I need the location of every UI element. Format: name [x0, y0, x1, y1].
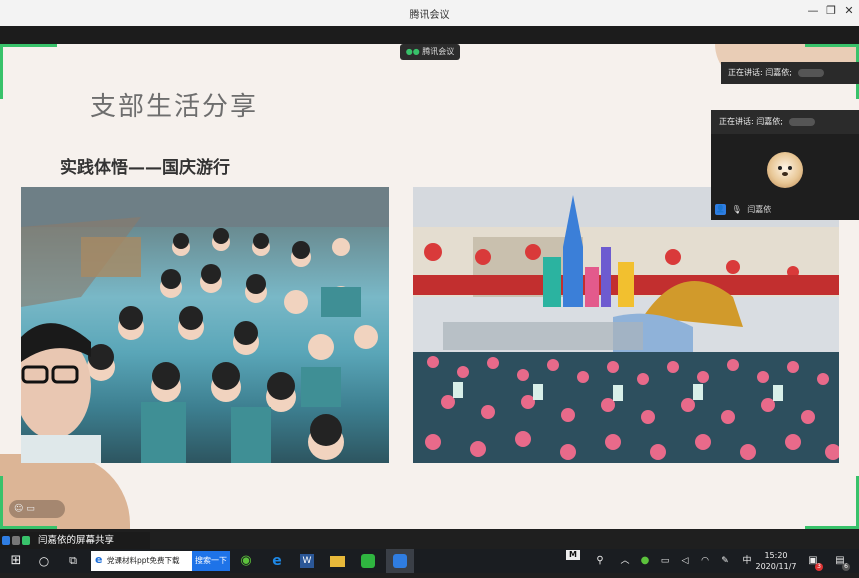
tray-chevron-up-icon[interactable]: ︿: [618, 549, 632, 573]
share-top-band: [0, 26, 859, 44]
video-panel-header: 正在讲话: 闫嘉依;: [711, 110, 859, 134]
screen-share-label: 闫嘉依的屏幕共享: [38, 535, 115, 546]
wechat-icon[interactable]: [356, 549, 380, 573]
edge-icon[interactable]: e: [266, 549, 288, 573]
participant-name: 闫嘉依: [747, 205, 772, 214]
video-panel[interactable]: 正在讲话: 闫嘉依; 👤 🎙 闫嘉依: [711, 110, 859, 220]
screen-share-status[interactable]: 闫嘉依的屏幕共享: [0, 532, 150, 549]
browser-360-icon[interactable]: ◉: [236, 549, 256, 573]
notification-count-badge: 6: [842, 563, 850, 571]
user-icon: 👤: [715, 204, 726, 215]
meeting-logo-icon: ●●: [405, 47, 420, 56]
parade-float-photo: [413, 187, 839, 463]
meeting-badge-label: 腾讯会议: [422, 47, 455, 56]
share-frame-corner-br: [805, 476, 859, 529]
word-icon[interactable]: W: [296, 549, 318, 573]
minimize-button[interactable]: —: [806, 4, 820, 17]
slide-title: 支部生活分享: [90, 92, 259, 122]
battery-icon[interactable]: ▭: [658, 549, 672, 573]
window-title: 腾讯会议: [409, 10, 450, 21]
mic-icon: 🎙: [731, 205, 742, 214]
taskbar-clock[interactable]: 15:20 2020/11/7: [752, 550, 800, 572]
tray-app-icon[interactable]: ●: [638, 549, 652, 573]
reaction-toolbar[interactable]: ☺ ▭: [9, 500, 65, 518]
group-selfie-photo: [21, 187, 389, 463]
slide-subtitle: 实践体悟——国庆游行: [60, 158, 230, 178]
restore-button[interactable]: ❐: [824, 4, 838, 17]
task-view-icon[interactable]: ⧉: [62, 549, 84, 573]
blurred-avatar-icon: [788, 117, 815, 126]
people-icon[interactable]: ⚲: [592, 549, 608, 573]
ie-tab[interactable]: 党课材料ppt免费下载: [91, 551, 192, 571]
tray-badge: 3: [815, 563, 823, 571]
blurred-avatar-icon: [797, 68, 824, 77]
window-titlebar: 腾讯会议 — ❐ ✕: [0, 0, 859, 26]
participant-name-bar: 👤 🎙 闫嘉依: [711, 202, 771, 218]
screen-icon: [12, 536, 20, 545]
file-explorer-icon[interactable]: [326, 549, 348, 573]
pen-icon[interactable]: ✎: [718, 549, 732, 573]
volume-icon[interactable]: ◁: [678, 549, 692, 573]
speaking-indicator-top: 正在讲话: 闫嘉依;: [721, 62, 859, 84]
user-icon: [2, 536, 10, 545]
close-button[interactable]: ✕: [842, 4, 856, 17]
clock-time: 15:20: [764, 551, 788, 560]
windows-taskbar: ⊞ ○ ⧉ 党课材料ppt免费下载 e 搜索一下 ◉ e W M ⚲ ︿ ● ▭…: [0, 549, 859, 573]
search-button[interactable]: 搜索一下: [192, 551, 230, 571]
speaking-label-top: 正在讲话: 闫嘉依;: [728, 68, 792, 77]
meeting-badge[interactable]: ●● 腾讯会议: [400, 44, 460, 60]
mic-icon: [22, 536, 30, 545]
m-app-icon[interactable]: M: [566, 550, 580, 560]
tencent-meeting-taskbar-icon[interactable]: [386, 549, 414, 573]
participant-avatar: [767, 152, 803, 188]
speaking-label-panel: 正在讲话: 闫嘉依;: [719, 117, 783, 126]
clock-date: 2020/11/7: [755, 562, 797, 571]
share-frame-corner-tl: [0, 44, 57, 99]
ie-icon: e: [95, 553, 103, 566]
windows-start-icon[interactable]: ⊞: [6, 549, 26, 573]
search-icon[interactable]: ○: [34, 549, 54, 573]
wifi-icon[interactable]: ◠: [698, 549, 712, 573]
